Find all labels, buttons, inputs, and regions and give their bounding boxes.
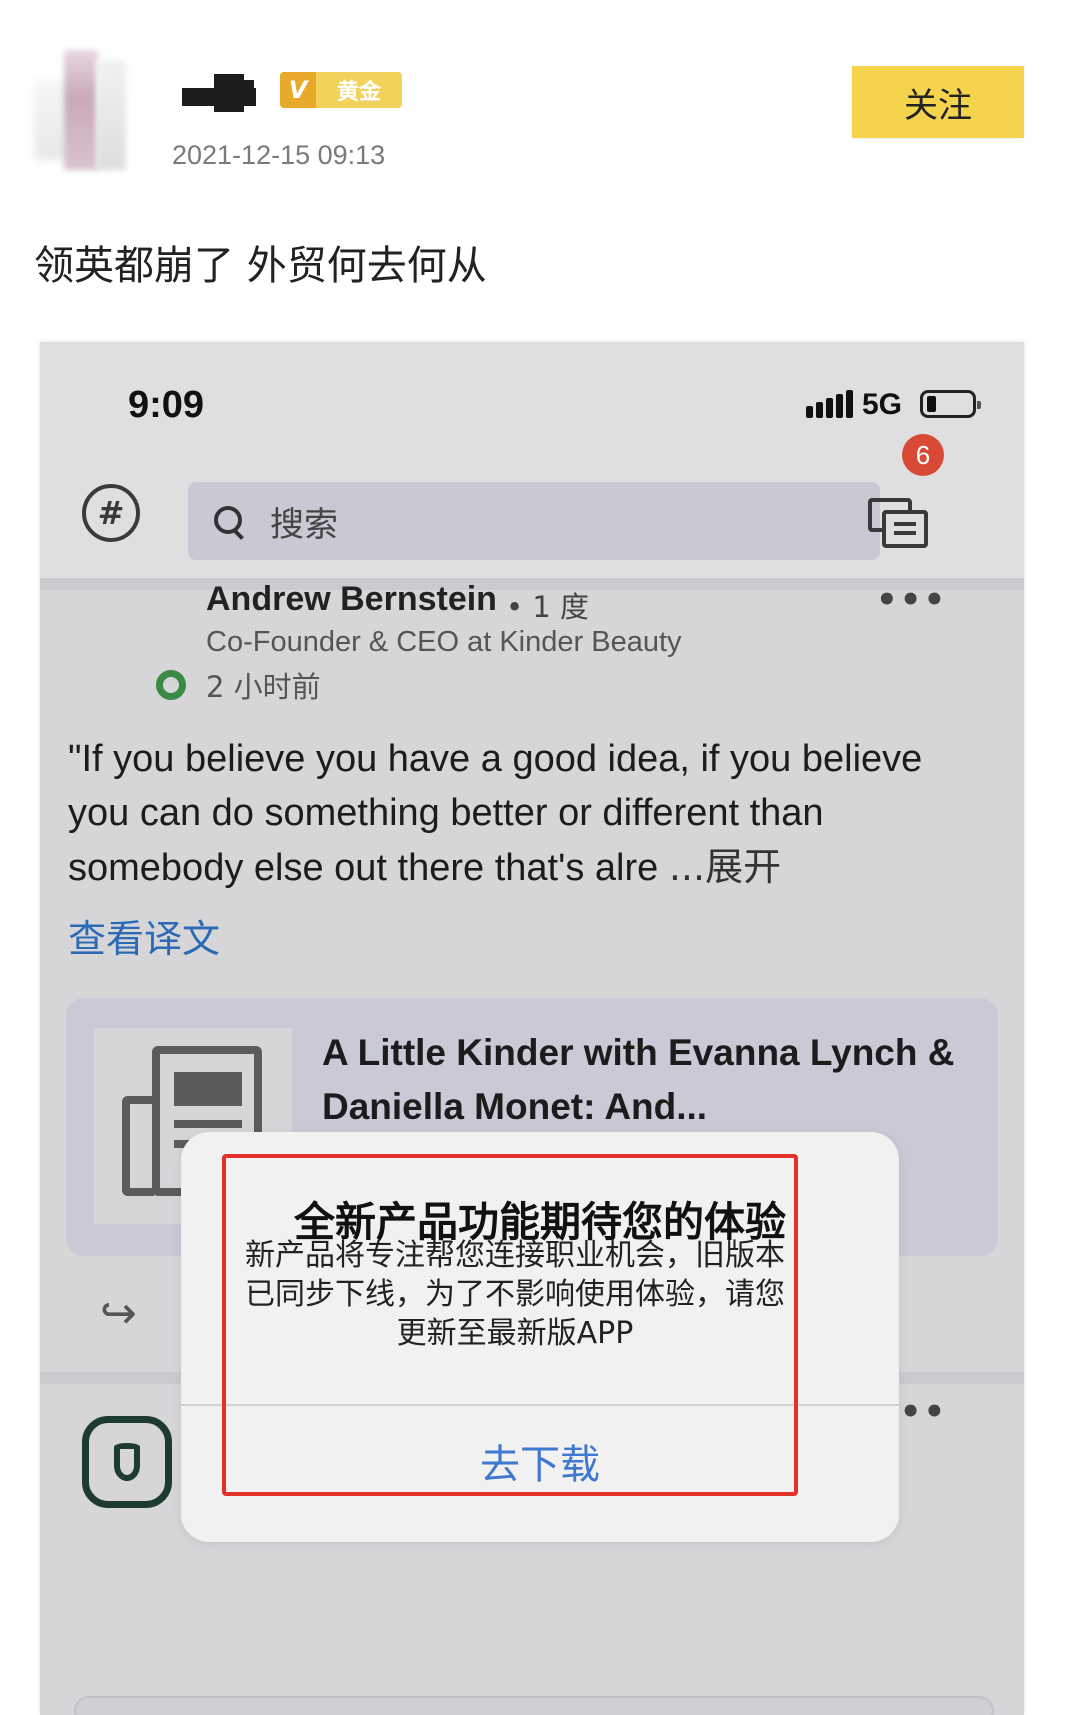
verified-icon: V [280,72,316,108]
username-redacted[interactable] [182,70,256,112]
search-placeholder: 搜索 [270,504,338,545]
avatar[interactable] [34,50,130,170]
search-icon [212,504,246,538]
company-logo-icon[interactable] [82,1416,172,1508]
hashtag-icon[interactable]: # [82,484,140,542]
post-body: "If you believe you have a good idea, if… [68,732,958,895]
status-bar: 9:09 5G [40,342,1024,462]
highlight-box [222,1154,798,1496]
message-badge: 6 [902,434,944,476]
post-timestamp: 2021-12-15 09:13 [172,140,386,170]
expand-link[interactable]: ...展开 [669,845,781,889]
search-bar[interactable]: 搜索 [188,482,880,560]
signal-icon [806,390,853,418]
vip-badge-label: 黄金 [336,80,381,105]
messages-icon[interactable] [868,498,928,548]
translate-link[interactable]: 查看译文 [68,908,220,963]
connection-degree: • 1 度 [506,590,589,624]
network-label: 5G [862,388,903,421]
post-text: 领英都崩了 外贸何去何从 [34,243,487,289]
status-time: 9:09 [128,384,205,426]
share-icon[interactable]: ↪ [100,1288,137,1339]
next-card-preview [74,1696,994,1715]
post-age: 2 小时前 [206,670,321,704]
online-status-icon [156,670,186,700]
article-title: A Little Kinder with Evanna Lynch & Dani… [322,1032,955,1127]
author-headline: Co-Founder & CEO at Kinder Beauty [206,626,682,658]
author-name[interactable]: Andrew Bernstein [206,580,497,619]
more-options-icon[interactable]: ••• [876,580,947,620]
app-bar: # 搜索 [40,462,1024,578]
vip-badge: V 黄金 [280,72,402,108]
post-body-text: "If you believe you have a good idea, if… [68,738,923,889]
battery-icon [920,390,981,418]
follow-button[interactable]: 关注 [852,66,1024,138]
